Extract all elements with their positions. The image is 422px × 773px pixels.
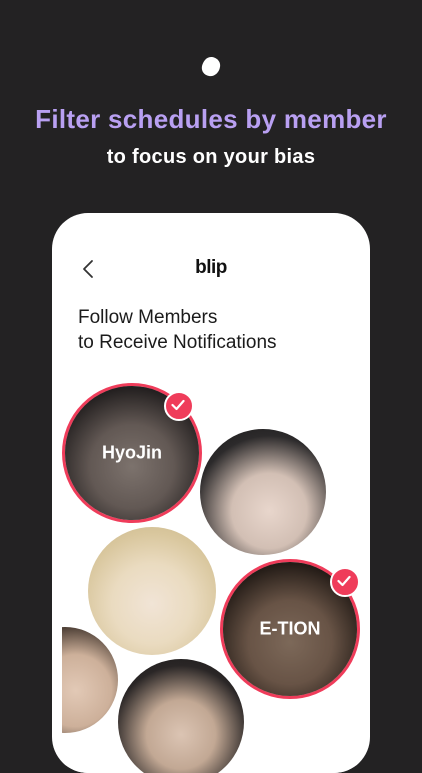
member-circle-6[interactable] — [118, 659, 244, 773]
member-circle-2[interactable] — [200, 429, 326, 555]
member-name: HyoJin — [101, 442, 162, 463]
blob-logo-icon — [201, 57, 221, 77]
member-name: E-TION — [259, 618, 321, 639]
subline: to focus on your bias — [106, 146, 316, 168]
check-icon — [330, 567, 360, 597]
phone-frame: blip Follow Members to Receive Notificat… — [52, 213, 370, 773]
app-logo: blip — [195, 257, 227, 278]
page-title: Follow Members to Receive Notifications — [78, 305, 348, 355]
member-photo — [118, 659, 244, 773]
page-title-line2: to Receive Notifications — [78, 332, 277, 353]
member-photo — [200, 429, 326, 555]
member-photo — [62, 627, 118, 733]
page-title-line1: Follow Members — [78, 307, 218, 328]
headline: Filter schedules by member — [35, 104, 387, 134]
phone-screen: blip Follow Members to Receive Notificat… — [62, 223, 360, 773]
check-icon — [164, 391, 194, 421]
member-circle-5[interactable] — [62, 627, 118, 733]
